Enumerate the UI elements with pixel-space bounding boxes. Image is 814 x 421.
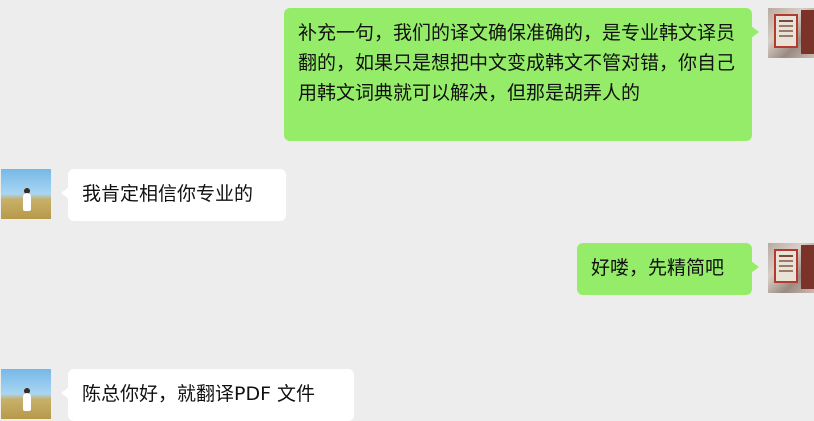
person-figure-icon <box>23 393 31 411</box>
certificate-image-icon <box>774 14 798 48</box>
message-bubble-sent[interactable]: 补充一句，我们的译文确保准确的，是专业韩文译员翻的，如果只是想把中文变成韩文不管… <box>284 8 759 141</box>
certificate-image-icon <box>774 249 798 283</box>
message-text: 补充一句，我们的译文确保准确的，是专业韩文译员翻的，如果只是想把中文变成韩文不管… <box>298 22 736 104</box>
certificate-frame-icon <box>801 245 814 289</box>
message-text: 陈总你好，就翻译PDF 文件 <box>82 383 316 405</box>
message-bubble-received[interactable]: 我肯定相信你专业的 <box>61 169 286 221</box>
person-figure-icon <box>23 193 31 211</box>
contact-avatar[interactable] <box>1 169 51 219</box>
message-text: 我肯定相信你专业的 <box>82 183 254 205</box>
message-text: 好喽，先精简吧 <box>591 257 725 279</box>
my-avatar[interactable] <box>768 8 814 58</box>
message-bubble-received[interactable]: 陈总你好，就翻译PDF 文件 <box>61 369 354 421</box>
certificate-frame-icon <box>801 10 814 54</box>
message-bubble-sent[interactable]: 好喽，先精简吧 <box>577 243 759 295</box>
my-avatar[interactable] <box>768 243 814 293</box>
chat-area: 补充一句，我们的译文确保准确的，是专业韩文译员翻的，如果只是想把中文变成韩文不管… <box>0 0 814 421</box>
